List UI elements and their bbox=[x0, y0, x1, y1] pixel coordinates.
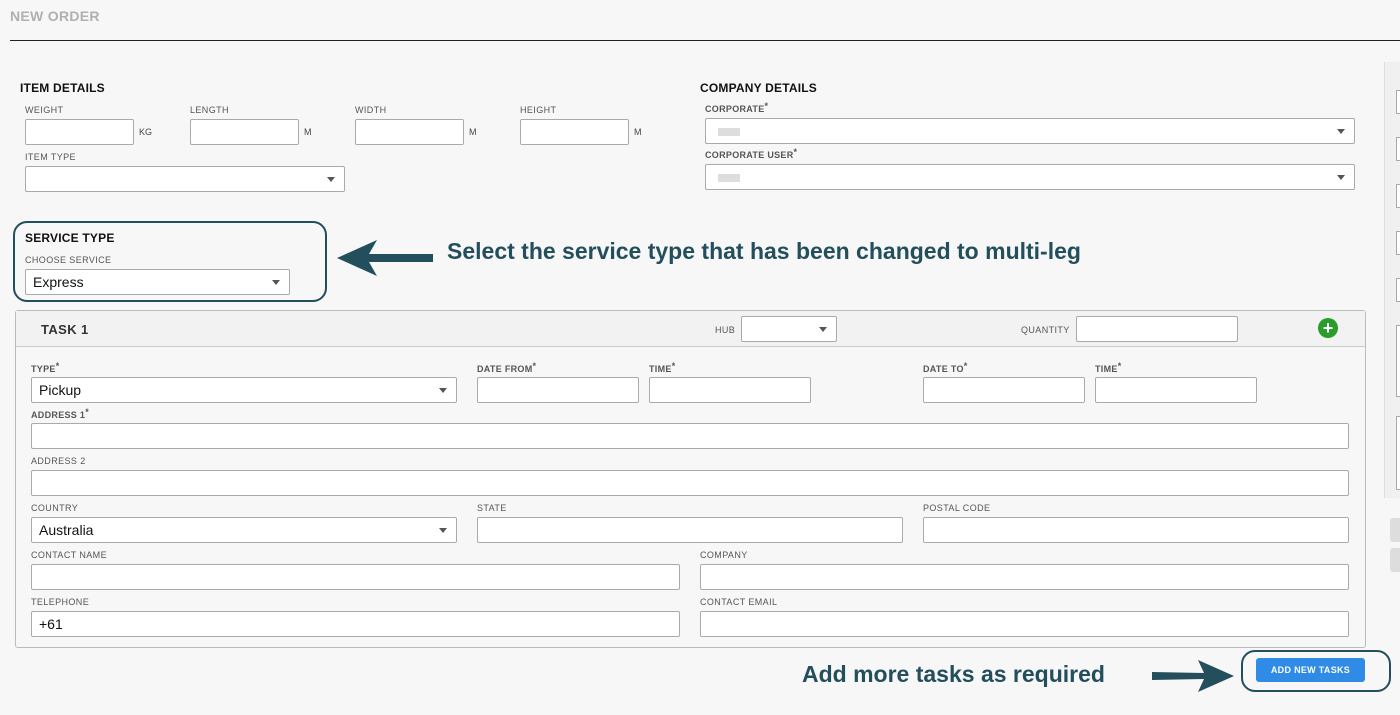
right-edge-field[interactable] bbox=[1396, 137, 1400, 161]
hub-select[interactable] bbox=[741, 316, 837, 342]
task-type-select[interactable]: Pickup bbox=[31, 377, 457, 403]
weight-label: WEIGHT bbox=[25, 105, 64, 115]
service-annotation: Select the service type that has been ch… bbox=[447, 238, 1081, 264]
right-edge-button[interactable] bbox=[1390, 518, 1400, 542]
postal-code-label: POSTAL CODE bbox=[923, 503, 991, 513]
contact-name-input[interactable] bbox=[31, 564, 680, 590]
address1-input[interactable] bbox=[31, 423, 1349, 449]
right-edge-field[interactable] bbox=[1396, 416, 1400, 490]
corporate-user-select[interactable] bbox=[705, 164, 1355, 190]
choose-service-select[interactable]: Express bbox=[25, 269, 290, 295]
contact-email-input[interactable] bbox=[700, 611, 1349, 637]
date-from-input[interactable] bbox=[477, 377, 639, 403]
address1-label: ADDRESS 1* bbox=[31, 407, 90, 420]
state-input[interactable] bbox=[477, 517, 903, 543]
length-label: LENGTH bbox=[190, 105, 229, 115]
tasks-annotation: Add more tasks as required bbox=[802, 661, 1105, 687]
type-label: TYPE* bbox=[31, 361, 60, 374]
length-unit: M bbox=[304, 127, 312, 137]
item-type-select[interactable] bbox=[25, 166, 345, 192]
choose-service-label: CHOOSE SERVICE bbox=[25, 255, 112, 265]
arrow-left-icon bbox=[337, 240, 433, 276]
company-input[interactable] bbox=[700, 564, 1349, 590]
corporate-select[interactable] bbox=[705, 118, 1355, 144]
corporate-user-label: CORPORATE USER* bbox=[705, 147, 798, 160]
contact-name-label: CONTACT NAME bbox=[31, 550, 107, 560]
weight-unit: KG bbox=[139, 127, 153, 137]
redacted-value bbox=[718, 174, 740, 183]
redacted-value bbox=[718, 128, 740, 137]
width-label: WIDTH bbox=[355, 105, 387, 115]
length-input[interactable] bbox=[190, 119, 299, 145]
width-unit: M bbox=[469, 127, 477, 137]
corporate-label: CORPORATE* bbox=[705, 101, 769, 114]
company-details-heading: COMPANY DETAILS bbox=[700, 81, 818, 95]
right-edge-button[interactable] bbox=[1390, 548, 1400, 572]
company-label: COMPANY bbox=[700, 550, 748, 560]
telephone-label: TELEPHONE bbox=[31, 597, 90, 607]
time-from-input[interactable] bbox=[649, 377, 811, 403]
title-divider bbox=[10, 40, 1400, 41]
task-title: TASK 1 bbox=[41, 322, 89, 337]
date-to-input[interactable] bbox=[923, 377, 1085, 403]
right-edge-field[interactable] bbox=[1396, 184, 1400, 208]
right-edge-field[interactable] bbox=[1396, 325, 1400, 397]
address2-input[interactable] bbox=[31, 470, 1349, 496]
time-to-label: TIME* bbox=[1095, 361, 1122, 374]
address2-label: ADDRESS 2 bbox=[31, 456, 86, 466]
telephone-input[interactable]: +61 bbox=[31, 611, 680, 637]
arrow-right-icon bbox=[1152, 660, 1234, 692]
right-edge-field[interactable] bbox=[1396, 231, 1400, 255]
state-label: STATE bbox=[477, 503, 507, 513]
height-input[interactable] bbox=[520, 119, 629, 145]
country-label: COUNTRY bbox=[31, 503, 79, 513]
add-new-tasks-button[interactable]: ADD NEW TASKS bbox=[1256, 658, 1365, 682]
date-to-label: DATE TO* bbox=[923, 361, 968, 374]
contact-email-label: CONTACT EMAIL bbox=[700, 597, 778, 607]
time-from-label: TIME* bbox=[649, 361, 676, 374]
width-input[interactable] bbox=[355, 119, 464, 145]
country-select[interactable]: Australia bbox=[31, 517, 457, 543]
page-title: NEW ORDER bbox=[10, 8, 100, 24]
postal-code-input[interactable] bbox=[923, 517, 1349, 543]
plus-circle-icon[interactable]: + bbox=[1318, 318, 1338, 338]
hub-label: HUB bbox=[715, 325, 736, 335]
right-edge-field[interactable] bbox=[1396, 278, 1400, 302]
item-details-heading: ITEM DETAILS bbox=[20, 81, 105, 95]
item-type-label: ITEM TYPE bbox=[25, 152, 76, 162]
quantity-label: QUANTITY bbox=[1021, 325, 1070, 335]
height-unit: M bbox=[634, 127, 642, 137]
right-edge-field[interactable] bbox=[1396, 90, 1400, 114]
time-to-input[interactable] bbox=[1095, 377, 1257, 403]
quantity-input[interactable] bbox=[1076, 316, 1238, 342]
height-label: HEIGHT bbox=[520, 105, 557, 115]
weight-input[interactable] bbox=[25, 119, 134, 145]
service-type-heading: SERVICE TYPE bbox=[25, 231, 115, 245]
date-from-label: DATE FROM* bbox=[477, 361, 537, 374]
